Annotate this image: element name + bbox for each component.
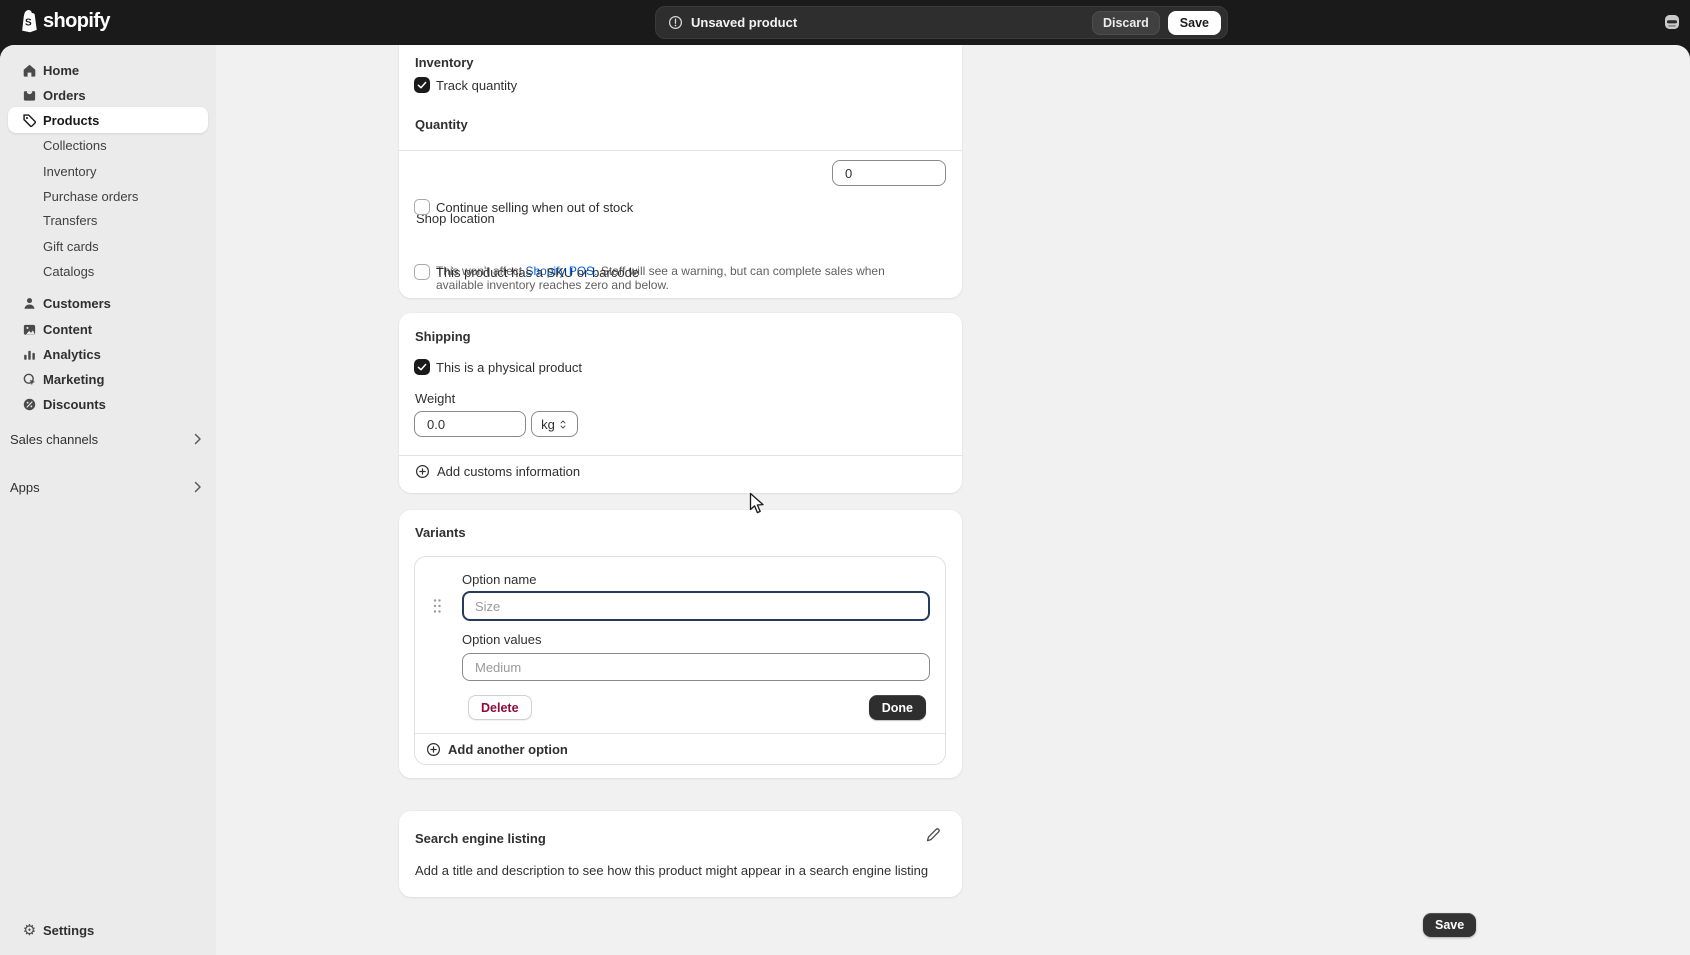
option-values-label: Option values — [462, 632, 542, 647]
continue-selling-row: Continue selling when out of stock — [414, 197, 633, 217]
shopify-logo[interactable]: S shopify — [19, 9, 110, 33]
sidebar-item-transfers[interactable]: Transfers — [8, 207, 208, 233]
physical-product-checkbox[interactable] — [414, 359, 430, 375]
sku-barcode-checkbox[interactable] — [414, 264, 430, 280]
add-another-option-link[interactable]: Add another option — [426, 742, 568, 757]
shipping-heading: Shipping — [415, 329, 471, 344]
chevron-right-icon — [194, 481, 202, 493]
sidebar-item-orders[interactable]: Orders — [8, 82, 208, 108]
option-name-label: Option name — [462, 572, 536, 587]
add-customs-information-link[interactable]: Add customs information — [415, 464, 580, 479]
store-avatar-icon[interactable] — [1664, 14, 1680, 30]
gear-icon: ⚙ — [22, 923, 37, 938]
divider — [415, 733, 945, 734]
topbar: S shopify Unsaved product Discard Save — [0, 0, 1690, 45]
sidebar-item-analytics[interactable]: Analytics — [8, 341, 208, 367]
weight-input[interactable] — [414, 411, 526, 437]
sidebar-item-settings[interactable]: ⚙ Settings — [8, 917, 208, 943]
search-engine-listing-card: Search engine listing Add a title and de… — [399, 811, 962, 897]
shipping-card: Shipping This is a physical product Weig… — [399, 313, 962, 493]
option-values-input[interactable] — [462, 653, 930, 681]
discounts-badge-icon — [22, 397, 37, 412]
done-option-button[interactable]: Done — [869, 695, 926, 720]
physical-product-row: This is a physical product — [414, 357, 582, 377]
check-icon — [416, 361, 428, 373]
shopify-admin-window: S shopify Unsaved product Discard Save — [0, 0, 1690, 955]
sidebar-section-apps[interactable]: Apps — [8, 474, 208, 500]
select-stepper-icon — [558, 418, 568, 431]
delete-option-button[interactable]: Delete — [468, 695, 532, 720]
alert-icon — [668, 15, 683, 30]
sidebar-item-discounts[interactable]: Discounts — [8, 391, 208, 417]
sidebar-section-sales-channels[interactable]: Sales channels — [8, 426, 208, 452]
marketing-icon — [22, 372, 37, 387]
inventory-heading: Inventory — [415, 55, 474, 70]
seo-description: Add a title and description to see how t… — [415, 863, 928, 878]
svg-text:S: S — [25, 18, 32, 29]
divider — [399, 150, 962, 151]
sidebar-item-customers[interactable]: Customers — [8, 290, 208, 316]
plus-circle-icon — [415, 464, 430, 479]
variant-option-editor: Option name Option values Delete Done Ad… — [414, 556, 946, 765]
sidebar-item-content[interactable]: Content — [8, 316, 208, 342]
inventory-card: Inventory Track quantity Quantity Shop l… — [399, 45, 962, 298]
drag-handle-icon[interactable] — [431, 597, 443, 615]
save-button-topbar[interactable]: Save — [1168, 11, 1221, 35]
content-icon — [22, 322, 37, 337]
weight-unit-select[interactable]: kg — [531, 411, 578, 437]
track-quantity-checkbox[interactable] — [414, 77, 430, 93]
sidebar-item-purchase-orders[interactable]: Purchase orders — [8, 183, 208, 209]
shopify-bag-icon: S — [19, 9, 39, 33]
variants-heading: Variants — [415, 525, 466, 540]
products-tag-icon — [22, 113, 37, 128]
edit-seo-button[interactable] — [924, 827, 942, 845]
sidebar-item-catalogs[interactable]: Catalogs — [8, 258, 208, 284]
divider — [399, 455, 962, 456]
home-icon — [22, 63, 37, 78]
app-frame: Home Orders Products Collections Invento… — [0, 45, 1690, 955]
sidebar-item-gift-cards[interactable]: Gift cards — [8, 233, 208, 259]
sidebar: Home Orders Products Collections Invento… — [0, 45, 216, 955]
variants-card: Variants Option name Option values Delet… — [399, 510, 962, 778]
unsaved-changes-bar: Unsaved product Discard Save — [655, 6, 1228, 39]
shopify-wordmark: shopify — [43, 10, 110, 33]
sku-barcode-row: This product has a SKU or barcode — [414, 262, 639, 282]
analytics-bars-icon — [22, 347, 37, 362]
sidebar-item-products[interactable]: Products — [8, 107, 208, 133]
check-icon — [416, 79, 428, 91]
shop-location-quantity-input[interactable] — [832, 160, 946, 186]
save-button-bottom[interactable]: Save — [1423, 913, 1476, 937]
pencil-icon — [925, 827, 941, 843]
sidebar-item-inventory[interactable]: Inventory — [8, 158, 208, 184]
orders-icon — [22, 88, 37, 103]
seo-heading: Search engine listing — [415, 831, 546, 846]
option-name-input[interactable] — [462, 591, 930, 621]
sidebar-item-collections[interactable]: Collections — [8, 132, 208, 158]
sidebar-item-marketing[interactable]: Marketing — [8, 366, 208, 392]
quantity-subheading: Quantity — [415, 117, 468, 132]
discard-button[interactable]: Discard — [1092, 11, 1160, 35]
plus-circle-icon — [426, 742, 441, 757]
track-quantity-row: Track quantity — [414, 75, 517, 95]
customers-icon — [22, 296, 37, 311]
chevron-right-icon — [194, 433, 202, 445]
weight-label: Weight — [415, 391, 455, 406]
unsaved-status-text: Unsaved product — [691, 15, 797, 30]
sidebar-item-home[interactable]: Home — [8, 57, 208, 83]
continue-selling-checkbox[interactable] — [414, 199, 430, 215]
